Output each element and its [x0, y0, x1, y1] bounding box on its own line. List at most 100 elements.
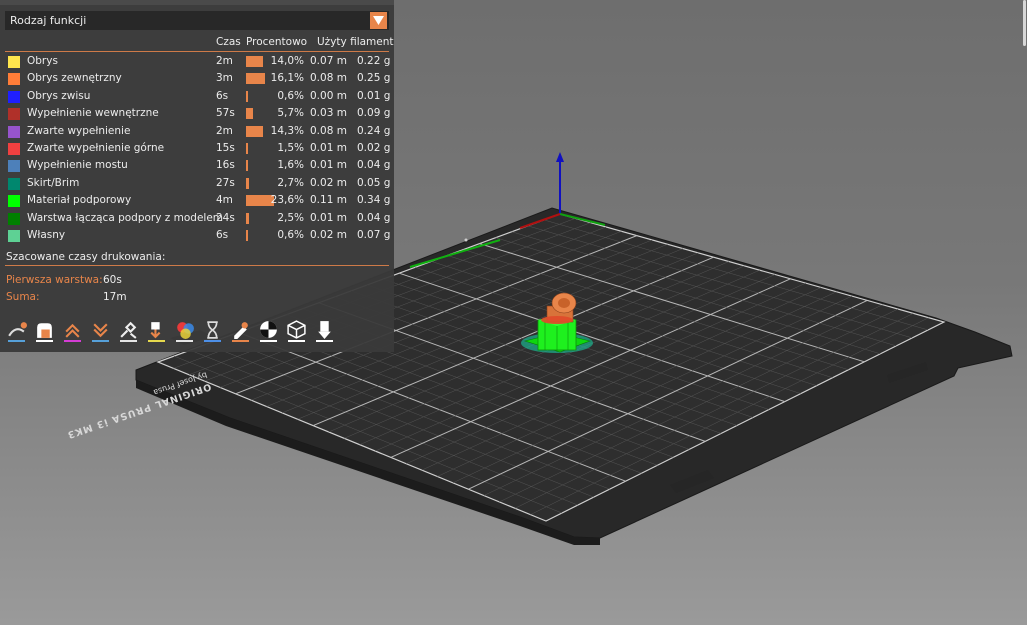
feature-name: Materiał podporowy	[27, 194, 132, 207]
feature-length: 0.11 m	[310, 194, 347, 207]
retractions-icon[interactable]	[62, 319, 86, 343]
feature-weight: 0.02 g	[357, 142, 391, 154]
feature-percent-bar	[246, 160, 248, 172]
feature-row[interactable]: Wypełnienie wewnętrzne 57s 5,7% 0.03 m 0.09 …	[0, 105, 394, 122]
feature-length: 0.00 m	[310, 89, 347, 102]
feature-row[interactable]: Obrys zwisu 6s 0,6% 0.00 m 0.01 g	[0, 88, 394, 105]
feature-weight: 0.04 g	[357, 159, 391, 172]
feature-color-swatch	[8, 160, 20, 173]
feature-color-swatch	[8, 125, 20, 138]
feature-color-swatch	[8, 90, 20, 103]
feature-weight: 0.25 g	[357, 72, 391, 85]
feature-color-swatch	[8, 56, 20, 68]
feature-color-swatch	[8, 230, 20, 242]
custom-gcodes-icon[interactable]	[230, 319, 254, 343]
feature-length: 0.07 m	[310, 55, 347, 67]
tool-marker-icon[interactable]	[314, 319, 338, 343]
feature-row[interactable]: Materiał podporowy 4m 23,6% 0.11 m 0.34 g	[0, 192, 394, 209]
feature-length: 0.08 m	[310, 124, 347, 137]
feature-percent-bar	[246, 125, 263, 137]
feature-name: Wypełnienie wewnętrzne	[27, 107, 159, 120]
feature-row[interactable]: Obrys 2m 14,0% 0.07 m 0.22 g	[0, 53, 394, 70]
feature-color-swatch	[8, 143, 20, 155]
feature-name: Obrys	[27, 55, 58, 67]
feature-length: 0.01 m	[310, 211, 347, 224]
feature-weight: 0.05 g	[357, 176, 391, 189]
feature-time: 57s	[216, 107, 235, 120]
pause-prints-icon[interactable]	[202, 319, 226, 343]
feature-time: 6s	[216, 229, 229, 241]
feature-percent: 16,1%	[270, 72, 304, 85]
feature-time: 4m	[216, 194, 233, 207]
feature-percent-bar	[246, 56, 263, 67]
feature-row[interactable]: Zwarte wypełnienie górne 15s 1,5% 0.01 m 0.0…	[0, 140, 394, 157]
feature-name: Skirt/Brim	[27, 176, 80, 189]
feature-time: 15s	[216, 142, 235, 154]
feature-time: 27s	[216, 176, 235, 189]
header-time: Czas	[216, 36, 241, 48]
tool-changes-icon[interactable]	[146, 319, 170, 343]
feature-weight: 0.22 g	[357, 55, 391, 67]
feature-color-swatch	[8, 108, 20, 121]
feature-time: 2m	[216, 55, 233, 67]
feature-name: Zwarte wypełnienie	[27, 124, 131, 137]
feature-percent-bar	[246, 73, 266, 85]
feature-row[interactable]: Zwarte wypełnienie 2m 14,3% 0.08 m 0.24 g	[0, 123, 394, 140]
first-layer-value: 60s	[103, 274, 122, 286]
feature-weight: 0.34 g	[357, 194, 391, 207]
feature-length: 0.08 m	[310, 72, 347, 85]
feature-row[interactable]: Obrys zewnętrzny 3m 16,1% 0.08 m 0.25 g	[0, 70, 394, 87]
dropdown-arrow-icon[interactable]	[370, 12, 387, 29]
view-type-combo[interactable]: Rodzaj funkcji	[5, 11, 389, 30]
feature-name: Warstwa łącząca podpory z modelem	[27, 211, 224, 224]
feature-time: 24s	[216, 211, 235, 224]
feature-color-swatch	[8, 195, 20, 208]
first-layer-label: Pierwsza warstwa:	[6, 274, 103, 286]
feature-percent-bar	[246, 90, 248, 102]
feature-length: 0.03 m	[310, 107, 347, 120]
feature-percent: 2,7%	[277, 176, 304, 189]
center-of-gravity-icon[interactable]	[258, 319, 282, 343]
feature-percent-bar	[246, 212, 249, 224]
feature-name: Własny	[27, 229, 66, 241]
deretractions-icon[interactable]	[90, 319, 114, 343]
feature-percent: 23,6%	[270, 194, 304, 207]
feature-length: 0.01 m	[310, 142, 347, 154]
feature-percent-bar	[246, 230, 248, 241]
header-filament: Użyty filament	[317, 36, 394, 48]
scrollbar[interactable]	[1023, 0, 1026, 46]
legend-panel: Rodzaj funkcji Czas Procentowo Użyty fil…	[0, 0, 394, 352]
feature-percent: 1,5%	[277, 142, 304, 154]
estimate-divider	[5, 265, 389, 266]
feature-time: 2m	[216, 124, 233, 137]
feature-length: 0.01 m	[310, 159, 347, 172]
travel-icon[interactable]	[6, 319, 30, 343]
feature-row[interactable]: Własny 6s 0,6% 0.02 m 0.07 g	[0, 227, 394, 244]
feature-weight: 0.09 g	[357, 107, 391, 120]
seams-icon[interactable]	[118, 319, 142, 343]
feature-name: Zwarte wypełnienie górne	[27, 142, 165, 154]
feature-percent: 1,6%	[277, 159, 304, 172]
feature-weight: 0.04 g	[357, 211, 391, 224]
feature-name: Obrys zewnętrzny	[27, 72, 122, 85]
feature-percent: 5,7%	[277, 107, 304, 120]
feature-percent-bar	[246, 177, 250, 189]
feature-length: 0.02 m	[310, 229, 347, 241]
feature-weight: 0.01 g	[357, 89, 391, 102]
feature-percent-bar	[246, 108, 253, 120]
feature-color-swatch	[8, 212, 20, 225]
feature-row[interactable]: Warstwa łącząca podpory z modelem 24s 2,5%…	[0, 210, 394, 227]
feature-row[interactable]: Wypełnienie mostu 16s 1,6% 0.01 m 0.04 g	[0, 157, 394, 174]
feature-row[interactable]: Skirt/Brim 27s 2,7% 0.02 m 0.05 g	[0, 175, 394, 192]
shells-icon[interactable]	[286, 319, 310, 343]
feature-name: Wypełnienie mostu	[27, 159, 128, 172]
feature-percent: 0,6%	[277, 229, 304, 241]
feature-time: 3m	[216, 72, 233, 85]
total-value: 17m	[103, 291, 127, 303]
view-type-value: Rodzaj funkcji	[10, 14, 87, 27]
feature-percent: 0,6%	[277, 89, 304, 102]
panel-title-strip	[0, 0, 394, 5]
wipe-icon[interactable]	[34, 319, 58, 343]
color-changes-icon[interactable]	[174, 319, 198, 343]
feature-percent: 2,5%	[277, 211, 304, 224]
